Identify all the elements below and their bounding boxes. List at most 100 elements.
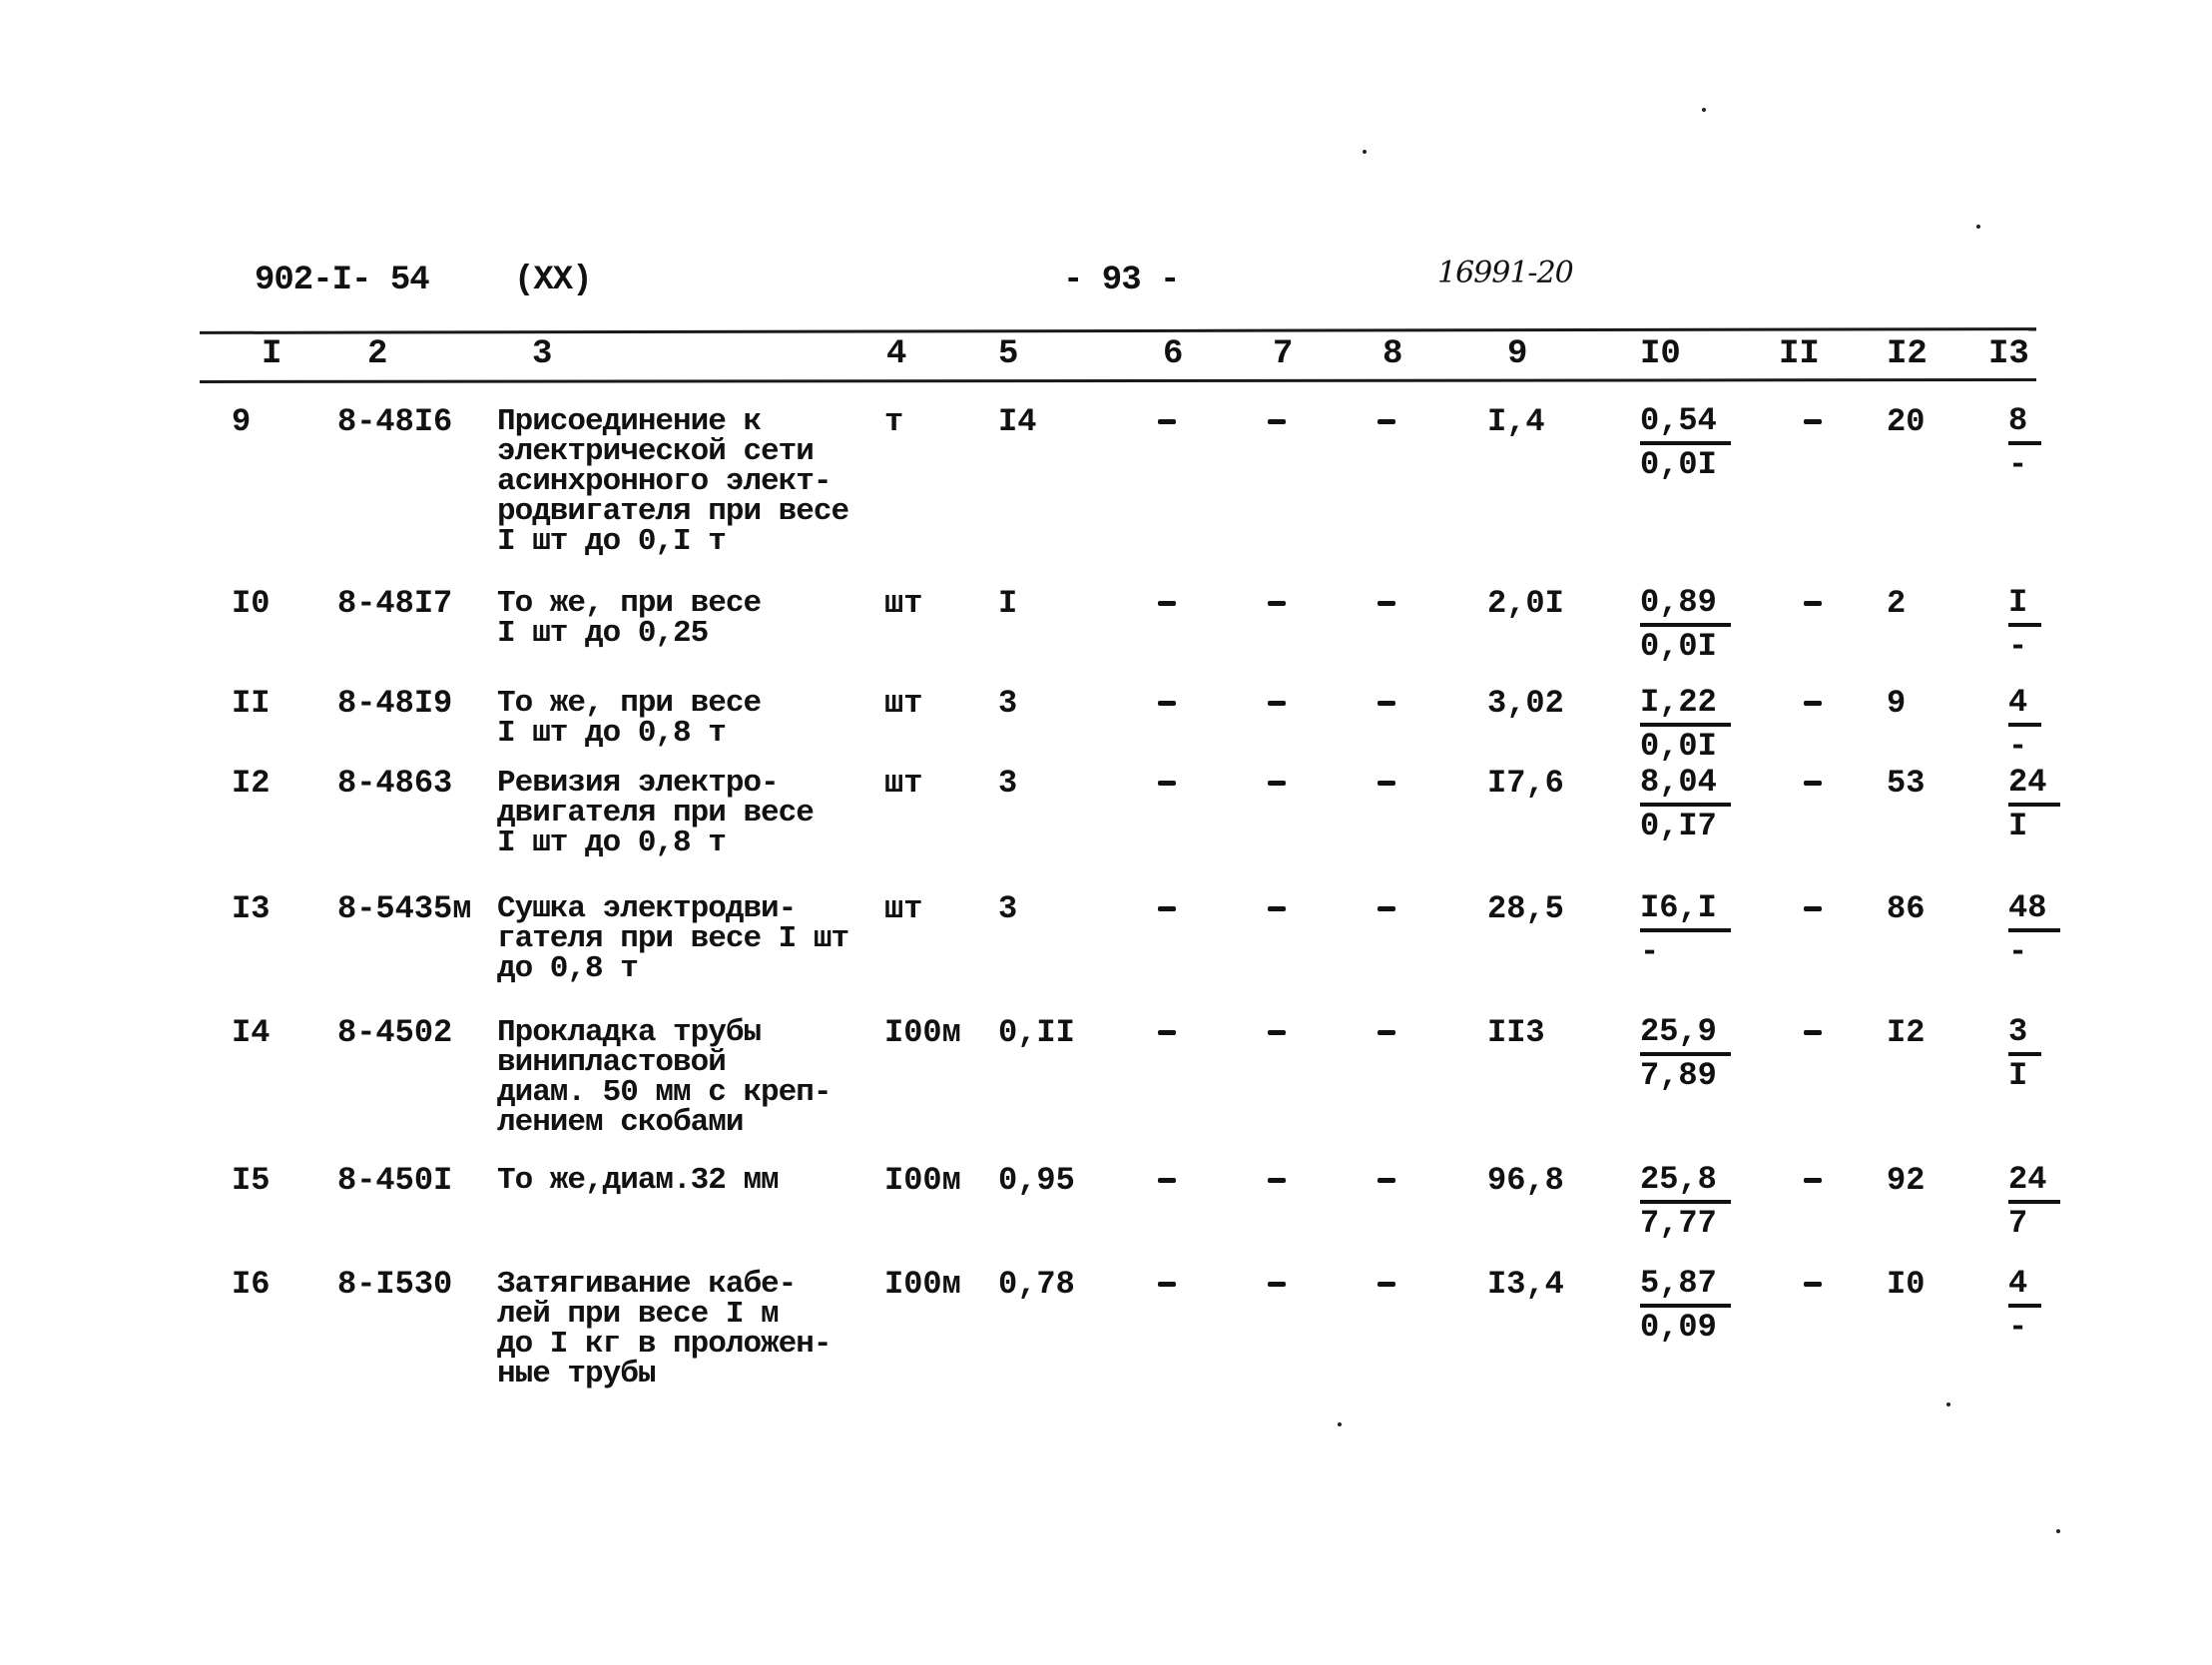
- work-description: Затягивание кабе- лей при весе I м до I …: [497, 1267, 831, 1391]
- unit: I00м: [884, 1266, 961, 1303]
- quantity: 0,78: [998, 1266, 1075, 1303]
- column-header: 2: [367, 335, 388, 373]
- total-fraction-denominator: -: [2008, 446, 2028, 483]
- cost-fraction-denominator: 0,0I: [1640, 628, 1717, 665]
- total-fraction-denominator: I: [2008, 808, 2028, 844]
- row-number: I0: [232, 585, 271, 622]
- dash-mark: [1804, 781, 1822, 786]
- quantity: 0,95: [998, 1162, 1075, 1199]
- rate-code: 8-48I6: [337, 403, 453, 440]
- work-description: То же, при весе I шт до 0,25: [497, 586, 762, 651]
- labor-value: 2: [1887, 585, 1907, 622]
- total-fraction: 48-: [2008, 888, 2061, 972]
- dash-mark: [1268, 1030, 1286, 1035]
- labor-value: 92: [1887, 1162, 1926, 1199]
- row-number: I4: [232, 1014, 271, 1051]
- total-fraction-numerator: I: [2008, 583, 2042, 627]
- dash-mark: [1268, 601, 1286, 606]
- unit: I00м: [884, 1162, 961, 1199]
- quantity: I4: [998, 403, 1037, 440]
- column-header: I0: [1640, 335, 1681, 373]
- rate-code: 8-4863: [337, 765, 453, 802]
- scan-speck: [2056, 1529, 2060, 1533]
- cost-fraction-numerator: 0,89: [1640, 583, 1731, 627]
- dash-mark: [1804, 906, 1822, 911]
- cost-fraction: I,22 0,0I: [1640, 683, 1731, 767]
- work-description: Прокладка трубы винипластовой диам. 50 м…: [497, 1015, 831, 1140]
- cost-fraction-denominator: 7,89: [1640, 1057, 1717, 1094]
- dash-mark: [1378, 701, 1395, 706]
- dash-mark: [1158, 1178, 1176, 1183]
- cost-fraction-numerator: 5,87: [1640, 1264, 1731, 1308]
- handwritten-number: 16991-20: [1437, 256, 1574, 290]
- quantity: 3: [998, 765, 1018, 802]
- base-cost: 28,5: [1487, 890, 1564, 927]
- dash-mark: [1804, 419, 1822, 424]
- dash-mark: [1378, 906, 1395, 911]
- total-fraction: 8-: [2008, 401, 2042, 485]
- dash-mark: [1158, 1030, 1176, 1035]
- column-header: 5: [998, 335, 1019, 373]
- labor-value: I0: [1887, 1266, 1926, 1303]
- base-cost: I7,6: [1487, 765, 1564, 802]
- dash-mark: [1158, 781, 1176, 786]
- cost-fraction-numerator: I6,I: [1640, 888, 1731, 932]
- dash-mark: [1158, 601, 1176, 606]
- cost-fraction: 8,04 0,I7: [1640, 763, 1731, 846]
- column-header: I: [262, 335, 282, 373]
- scan-speck: [1946, 1402, 1950, 1406]
- dash-mark: [1268, 1178, 1286, 1183]
- row-number: I2: [232, 765, 271, 802]
- cost-fraction: 25,8 7,77: [1640, 1160, 1731, 1244]
- dash-mark: [1378, 1178, 1395, 1183]
- rate-code: 8-I530: [337, 1266, 453, 1303]
- rate-code: 8-48I9: [337, 685, 453, 722]
- column-header: I3: [1988, 335, 2029, 373]
- base-cost: II3: [1487, 1014, 1545, 1051]
- unit: шт: [884, 765, 923, 802]
- quantity: I: [998, 585, 1018, 622]
- cost-fraction-numerator: I,22: [1640, 683, 1731, 727]
- unit: т: [884, 403, 904, 440]
- header-bottom-rule: [199, 378, 2037, 383]
- dash-mark: [1804, 1030, 1822, 1035]
- dash-mark: [1158, 701, 1176, 706]
- column-header: 8: [1382, 335, 1403, 373]
- rate-code: 8-450I: [337, 1162, 453, 1199]
- page-number: - 93 -: [1063, 262, 1180, 299]
- column-header: 6: [1163, 335, 1184, 373]
- unit: шт: [884, 890, 923, 927]
- total-fraction-numerator: 4: [2008, 683, 2042, 727]
- dash-mark: [1158, 906, 1176, 911]
- total-fraction: 4-: [2008, 1264, 2042, 1348]
- total-fraction: I-: [2008, 583, 2042, 667]
- total-fraction-denominator: 7: [2008, 1205, 2028, 1242]
- dash-mark: [1268, 419, 1286, 424]
- cost-fraction: I6,I -: [1640, 888, 1731, 972]
- cost-fraction: 0,54 0,0I: [1640, 401, 1731, 485]
- work-description: То же, при весе I шт до 0,8 т: [497, 686, 762, 751]
- dash-mark: [1378, 601, 1395, 606]
- cost-fraction: 5,87 0,09: [1640, 1264, 1731, 1348]
- row-number: 9: [232, 403, 252, 440]
- labor-value: 20: [1887, 403, 1926, 440]
- total-fraction-denominator: -: [2008, 933, 2028, 970]
- total-fraction-denominator: -: [2008, 728, 2028, 765]
- dash-mark: [1378, 419, 1395, 424]
- quantity: 0,II: [998, 1014, 1075, 1051]
- document-code: 902-I- 54: [255, 262, 430, 299]
- total-fraction: 24 I: [2008, 763, 2061, 846]
- rate-code: 8-48I7: [337, 585, 453, 622]
- total-fraction-denominator: -: [2008, 628, 2028, 665]
- labor-value: 86: [1887, 890, 1926, 927]
- labor-value: 53: [1887, 765, 1926, 802]
- row-number: I6: [232, 1266, 271, 1303]
- table-top-rule: [199, 327, 2037, 334]
- cost-fraction-denominator: -: [1640, 933, 1660, 970]
- total-fraction-numerator: 8: [2008, 401, 2042, 445]
- cost-fraction-denominator: 0,I7: [1640, 808, 1717, 844]
- cost-fraction-numerator: 25,8: [1640, 1160, 1731, 1204]
- cost-fraction-numerator: 8,04: [1640, 763, 1731, 807]
- dash-mark: [1158, 1282, 1176, 1287]
- base-cost: 3,02: [1487, 685, 1564, 722]
